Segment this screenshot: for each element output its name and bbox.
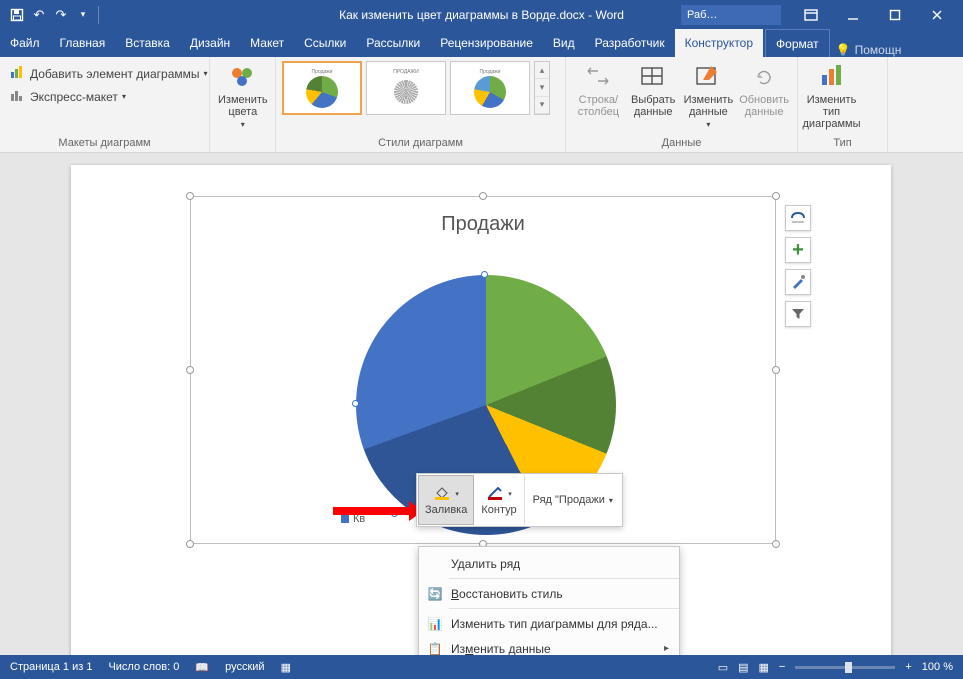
title-bar: ↶ ↷ ▾ Как изменить цвет диаграммы в Ворд…	[0, 0, 963, 29]
edit-data-button[interactable]: Изменить данные▾	[682, 61, 736, 129]
change-colors-icon	[229, 63, 257, 92]
group-label-layouts: Макеты диаграмм	[0, 137, 209, 152]
select-data-icon	[639, 63, 667, 92]
tab-mailings[interactable]: Рассылки	[356, 29, 430, 57]
word-count[interactable]: Число слов: 0	[108, 661, 179, 673]
edit-data-icon: 📋	[427, 642, 443, 656]
chart-filters-icon[interactable]	[785, 301, 811, 327]
series-selector[interactable]: Ряд "Продажи ▾	[524, 475, 621, 525]
chart-style-2[interactable]: ПРОДАЖИ	[366, 61, 446, 115]
tab-view[interactable]: Вид	[543, 29, 585, 57]
chart-styles-icon[interactable]	[785, 269, 811, 295]
ribbon-tabs: Файл Главная Вставка Дизайн Макет Ссылки…	[0, 29, 963, 57]
separator	[98, 6, 99, 24]
undo-icon[interactable]: ↶	[28, 4, 50, 26]
refresh-icon	[750, 63, 778, 92]
tab-developer[interactable]: Разработчик	[585, 29, 675, 57]
tab-review[interactable]: Рецензирование	[430, 29, 543, 57]
switch-row-col-icon	[584, 63, 612, 92]
tab-file[interactable]: Файл	[0, 29, 50, 57]
ctx-delete-series[interactable]: Удалить ряд	[419, 551, 679, 576]
tab-chart-design[interactable]: Конструктор	[675, 29, 763, 57]
qat-customize-icon[interactable]: ▾	[72, 4, 94, 26]
add-chart-element-button[interactable]: Добавить элемент диаграммы▾	[6, 63, 212, 84]
tab-chart-format[interactable]: Формат	[765, 29, 830, 57]
tab-design[interactable]: Дизайн	[180, 29, 240, 57]
ctx-reset-style[interactable]: 🔄Восстановить стиль	[419, 581, 679, 606]
chart-styles-gallery[interactable]: Продажи ПРОДАЖИ Продажи ▴▾▾	[282, 61, 550, 115]
outline-icon	[486, 485, 504, 504]
ribbon-options-icon[interactable]	[791, 0, 831, 29]
save-icon[interactable]	[6, 4, 28, 26]
ctx-edit-data[interactable]: 📋Изменить данные▸	[419, 636, 679, 655]
chart-element-icon	[10, 65, 26, 82]
refresh-data-button[interactable]: Обновить данные	[737, 61, 791, 118]
document-area[interactable]: Продажи Кв + ▾ Заливка ▾ Конт	[0, 153, 963, 655]
quick-layout-button[interactable]: Экспресс-макет▾	[6, 86, 130, 107]
chart-layout-options-icon[interactable]	[785, 205, 811, 231]
switch-row-column-button[interactable]: Строка/ столбец	[572, 61, 625, 118]
change-chart-type-button[interactable]: Изменить тип диаграммы	[804, 61, 859, 130]
group-label-data: Данные	[566, 137, 797, 152]
annotation-arrow	[333, 507, 411, 515]
context-menu: Удалить ряд 🔄Восстановить стиль 📊Изменит…	[418, 546, 680, 655]
reset-icon: 🔄	[427, 587, 443, 601]
quick-layout-icon	[10, 88, 26, 105]
tell-me-box[interactable]: 💡Помощн	[836, 43, 902, 57]
chart-callout-buttons: +	[785, 205, 811, 327]
gallery-scroll[interactable]: ▴▾▾	[534, 61, 550, 115]
maximize-icon[interactable]	[875, 0, 915, 29]
user-account-box[interactable]: Раб…	[681, 5, 781, 25]
view-print-layout-icon[interactable]: ▤	[738, 661, 748, 674]
fill-button[interactable]: ▾ Заливка	[418, 475, 474, 525]
ctx-change-type[interactable]: 📊Изменить тип диаграммы для ряда...	[419, 611, 679, 636]
mini-toolbar: ▾ Заливка ▾ Контур Ряд "Продажи ▾	[416, 473, 623, 527]
tab-references[interactable]: Ссылки	[294, 29, 356, 57]
status-bar: Страница 1 из 1 Число слов: 0 📖 русский …	[0, 655, 963, 679]
zoom-slider[interactable]	[795, 666, 895, 669]
language-indicator[interactable]: русский	[225, 661, 264, 673]
resize-handle-w[interactable]	[186, 366, 194, 374]
edit-data-icon	[694, 63, 722, 92]
resize-handle-se[interactable]	[772, 540, 780, 548]
tab-insert[interactable]: Вставка	[115, 29, 180, 57]
document-title: Как изменить цвет диаграммы в Ворде.docx…	[339, 8, 624, 22]
fill-icon	[433, 485, 451, 504]
redo-icon[interactable]: ↷	[50, 4, 72, 26]
resize-handle-n[interactable]	[479, 192, 487, 200]
chart-title[interactable]: Продажи	[191, 213, 775, 236]
resize-handle-e[interactable]	[772, 366, 780, 374]
page-indicator[interactable]: Страница 1 из 1	[10, 661, 92, 673]
chart-style-1[interactable]: Продажи	[282, 61, 362, 115]
tab-layout[interactable]: Макет	[240, 29, 294, 57]
macro-icon[interactable]: ▦	[281, 661, 291, 674]
proofing-icon[interactable]: 📖	[195, 661, 209, 674]
legend-swatch	[341, 515, 349, 523]
chart-style-3[interactable]: Продажи	[450, 61, 530, 115]
view-web-layout-icon[interactable]: ▦	[759, 661, 769, 674]
minimize-icon[interactable]	[833, 0, 873, 29]
close-icon[interactable]	[917, 0, 957, 29]
zoom-out-icon[interactable]: −	[779, 661, 785, 673]
view-read-mode-icon[interactable]: ▭	[718, 661, 728, 674]
ribbon: Добавить элемент диаграммы▾ Экспресс-мак…	[0, 57, 963, 153]
chart-elements-icon[interactable]: +	[785, 237, 811, 263]
series-handle[interactable]	[481, 271, 488, 278]
tab-home[interactable]: Главная	[50, 29, 116, 57]
zoom-level[interactable]: 100 %	[922, 661, 953, 673]
select-data-button[interactable]: Выбрать данные	[627, 61, 680, 118]
series-handle[interactable]	[352, 400, 359, 407]
zoom-in-icon[interactable]: +	[905, 661, 911, 673]
lightbulb-icon: 💡	[836, 43, 851, 57]
chart-type-icon: 📊	[427, 617, 443, 631]
change-colors-button[interactable]: Изменить цвета▾	[216, 61, 270, 129]
resize-handle-ne[interactable]	[772, 192, 780, 200]
resize-handle-nw[interactable]	[186, 192, 194, 200]
outline-button[interactable]: ▾ Контур	[474, 475, 523, 525]
group-label-styles: Стили диаграмм	[276, 137, 565, 152]
group-label-type: Тип	[798, 137, 887, 152]
chart-type-icon	[818, 63, 846, 92]
resize-handle-sw[interactable]	[186, 540, 194, 548]
